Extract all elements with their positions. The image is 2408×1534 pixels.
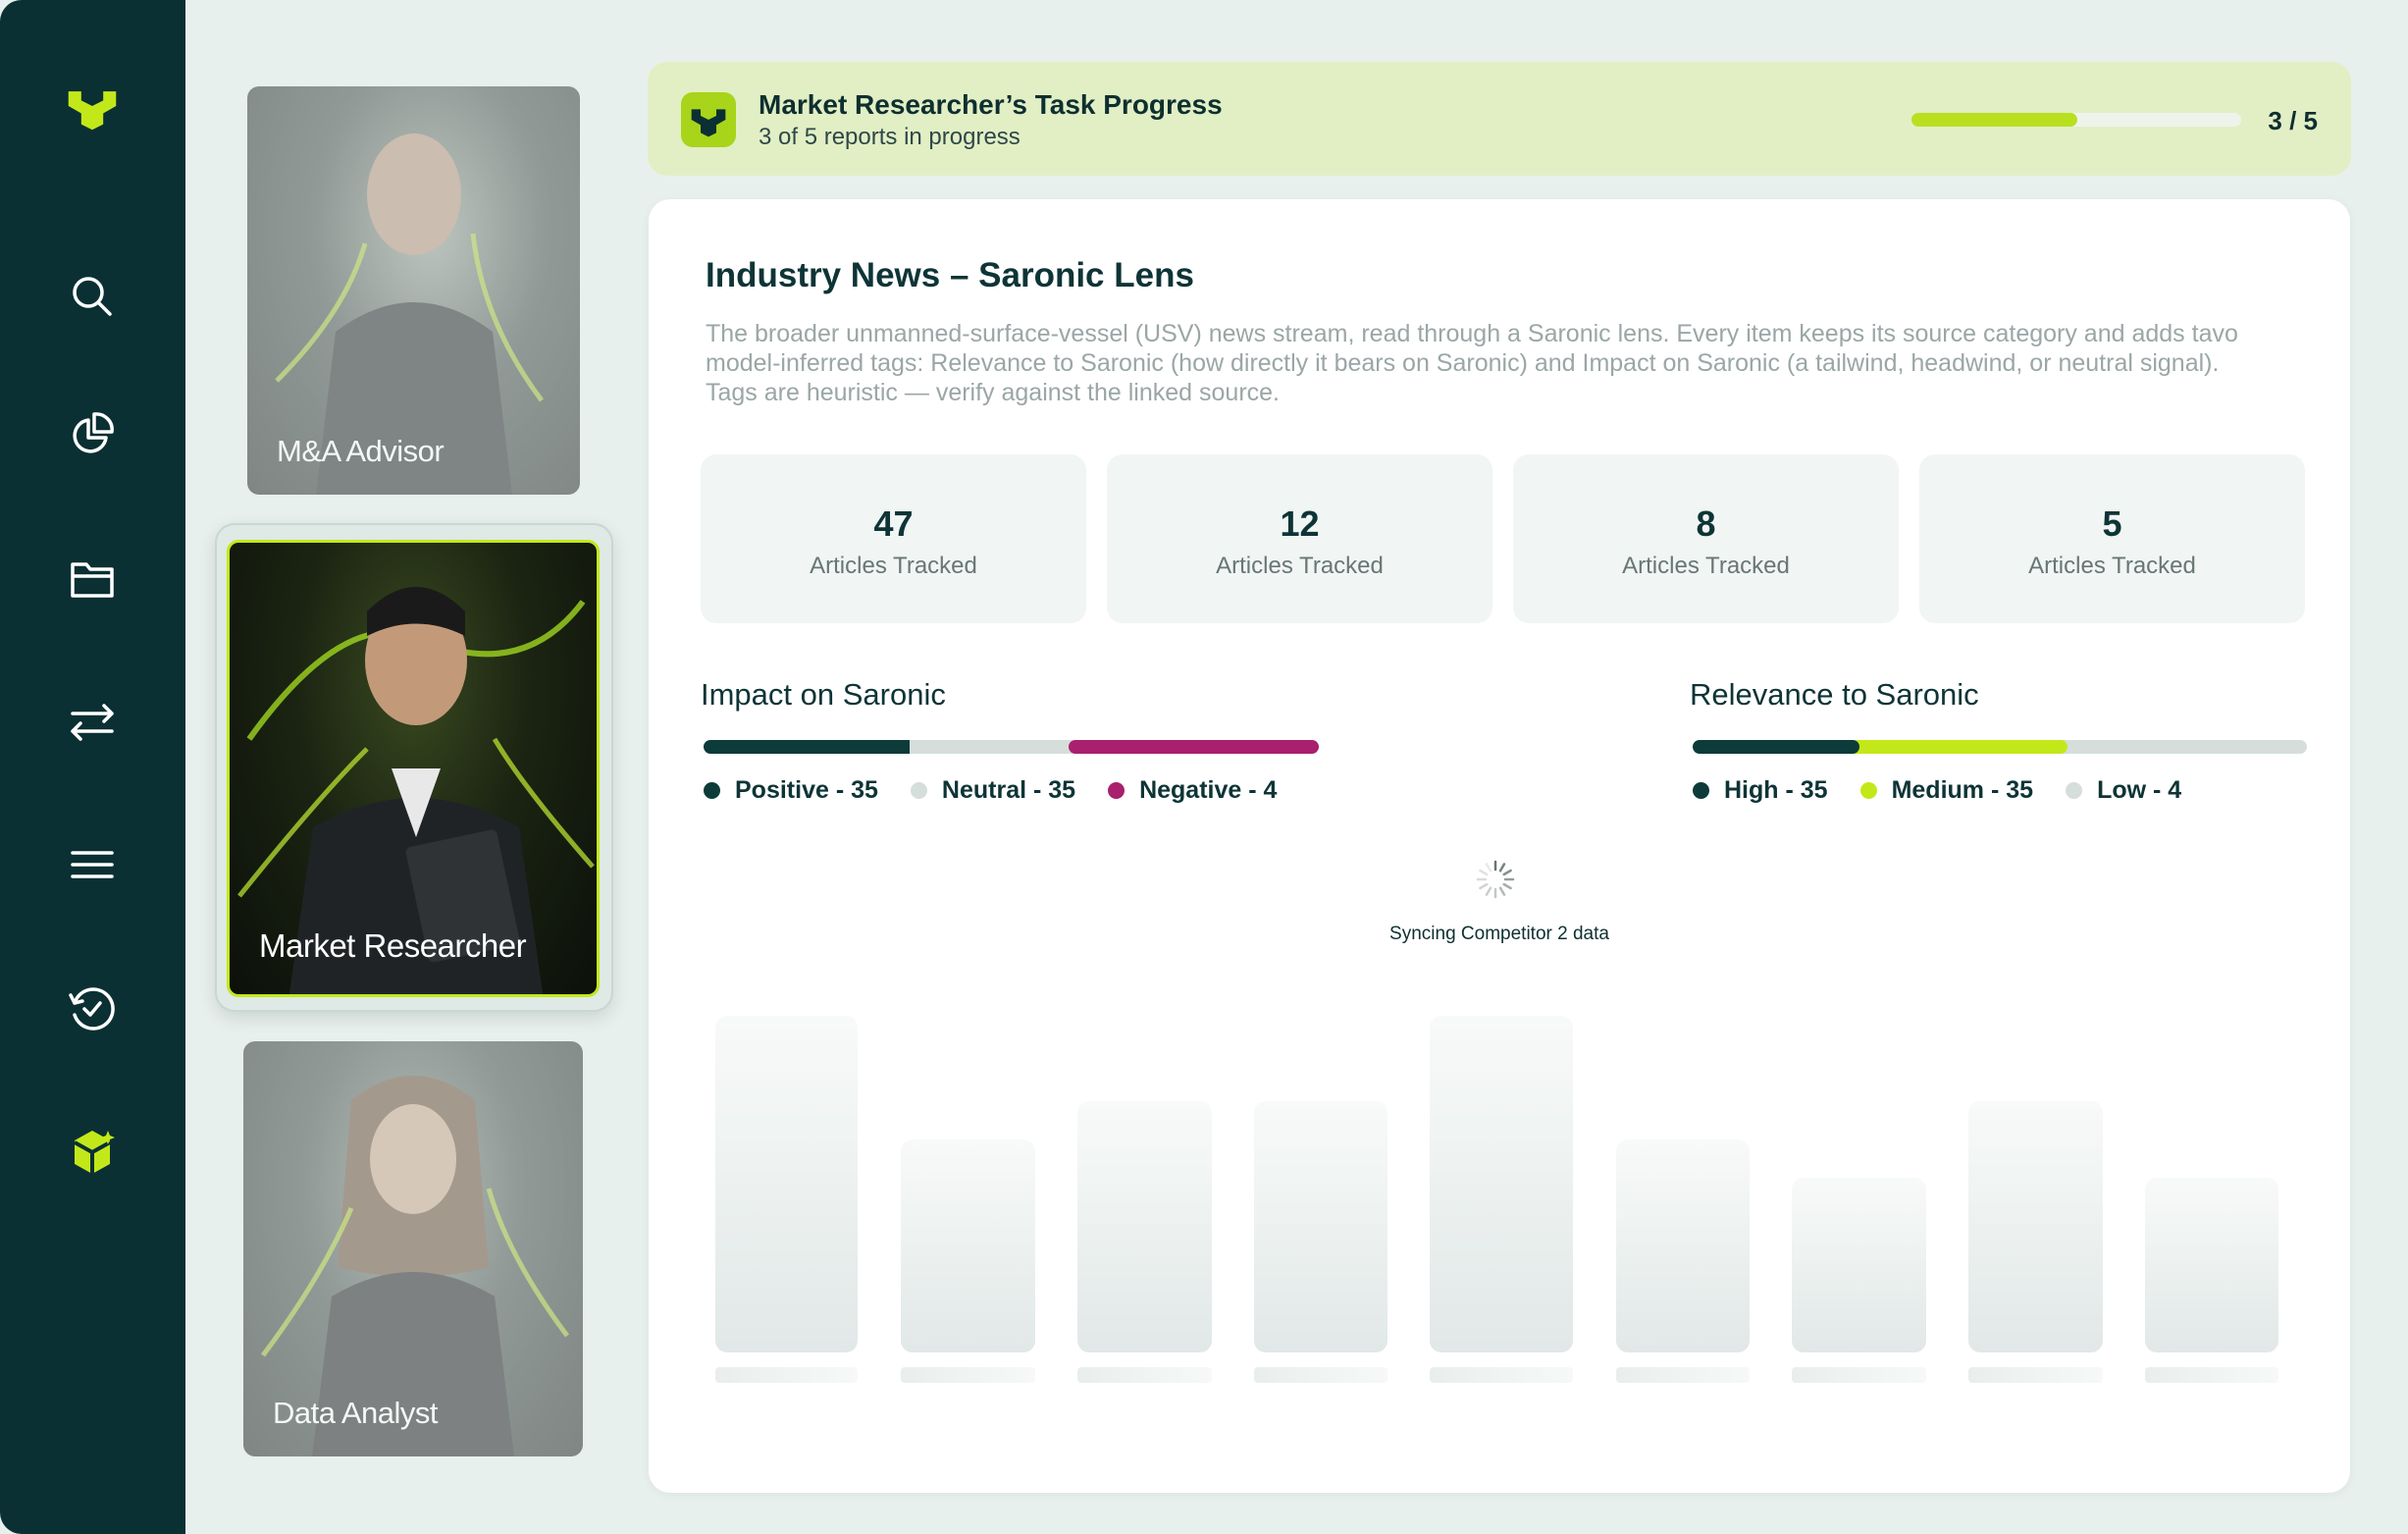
stat-value: 47 (873, 503, 914, 544)
folder-icon[interactable] (61, 547, 124, 609)
search-icon[interactable] (61, 265, 124, 328)
stat-card: 5 Articles Tracked (1919, 454, 2305, 623)
progress-count: 3 / 5 (2268, 106, 2318, 135)
industry-news-panel: Industry News – Saronic Lens The broader… (649, 199, 2350, 1493)
persona-label: Data Analyst (273, 1396, 439, 1430)
skeleton-bar (1616, 1139, 1750, 1352)
persona-card-ma-advisor[interactable]: M&A Advisor (247, 86, 580, 495)
relevance-high-segment (1693, 740, 1859, 754)
skeleton-bar (1792, 1178, 1926, 1352)
skeleton-label (715, 1367, 858, 1383)
skeleton-bar (901, 1139, 1035, 1352)
legend-item: Neutral - 35 (910, 776, 1076, 805)
stat-value: 12 (1280, 503, 1320, 544)
legend-label: Positive - 35 (735, 776, 878, 804)
brand-logo-icon[interactable] (61, 75, 124, 137)
impact-title: Impact on Saronic (701, 677, 946, 712)
menu-icon[interactable] (61, 833, 124, 896)
task-progress-banner: Market Researcher’s Task Progress 3 of 5… (648, 62, 2351, 176)
transfer-icon[interactable] (61, 690, 124, 753)
relevance-title: Relevance to Saronic (1690, 677, 1979, 712)
skeleton-bar (1430, 1016, 1573, 1352)
skeleton-label (901, 1367, 1035, 1383)
persona-card-data-analyst[interactable]: Data Analyst (243, 1041, 583, 1456)
history-check-icon[interactable] (61, 978, 124, 1040)
progress-bar-fill (1911, 113, 2078, 127)
legend-dot (2066, 782, 2083, 799)
stat-card: 47 Articles Tracked (701, 454, 1086, 623)
legend-item: High - 35 (1693, 776, 1828, 805)
relevance-legend: High - 35 Medium - 35 Low - 4 (1693, 776, 2214, 805)
ai-cube-icon[interactable] (61, 1121, 124, 1184)
legend-item: Low - 4 (2066, 776, 2181, 805)
persona-photo (230, 543, 597, 994)
pie-chart-icon[interactable] (61, 402, 124, 465)
impact-neutral-segment (910, 740, 1076, 754)
impact-distribution-bar (704, 740, 1319, 754)
brand-logo-icon (681, 92, 736, 147)
progress-bar (1911, 113, 2241, 127)
skeleton-label (1254, 1367, 1387, 1383)
sidebar (0, 0, 185, 1534)
stat-value: 8 (1696, 503, 1716, 544)
legend-dot (704, 782, 720, 799)
legend-label: Negative - 4 (1139, 776, 1278, 804)
page-title: Industry News – Saronic Lens (706, 256, 1194, 294)
stat-card: 12 Articles Tracked (1107, 454, 1492, 623)
impact-negative-segment (1069, 740, 1319, 754)
legend-dot (1693, 782, 1709, 799)
skeleton-label (1792, 1367, 1926, 1383)
stat-value: 5 (2102, 503, 2122, 544)
skeleton-label (1430, 1367, 1573, 1383)
legend-dot (1108, 782, 1125, 799)
skeleton-label (1077, 1367, 1212, 1383)
stat-label: Articles Tracked (2028, 553, 2196, 579)
relevance-medium-segment (1850, 740, 2068, 754)
legend-item: Positive - 35 (704, 776, 878, 805)
impact-positive-segment (704, 740, 919, 754)
persona-card-market-researcher[interactable]: Market Researcher (227, 540, 600, 997)
skeleton-label (1968, 1367, 2103, 1383)
skeleton-bar (715, 1016, 858, 1352)
progress-title: Market Researcher’s Task Progress (759, 89, 1223, 120)
legend-dot (910, 782, 927, 799)
legend-label: Low - 4 (2097, 776, 2182, 804)
loading-spinner-icon (1476, 860, 1515, 899)
stat-label: Articles Tracked (1216, 553, 1384, 579)
legend-label: High - 35 (1724, 776, 1828, 804)
stat-label: Articles Tracked (810, 553, 977, 579)
legend-dot (1859, 782, 1877, 799)
skeleton-bar (2145, 1178, 2278, 1352)
stat-label: Articles Tracked (1622, 553, 1790, 579)
skeleton-label (2145, 1367, 2278, 1383)
skeleton-label (1616, 1367, 1750, 1383)
skeleton-bar (1968, 1101, 2103, 1352)
relevance-distribution-bar (1693, 740, 2307, 754)
persona-label: Market Researcher (259, 927, 527, 964)
legend-label: Neutral - 35 (941, 776, 1076, 804)
persona-photo (243, 1041, 583, 1456)
skeleton-bar (1077, 1101, 1212, 1352)
sync-status-text: Syncing Competitor 2 data (1389, 924, 1609, 944)
stat-card: 8 Articles Tracked (1513, 454, 1899, 623)
page-description: The broader unmanned-surface-vessel (USV… (706, 320, 2238, 406)
legend-item: Negative - 4 (1108, 776, 1277, 805)
impact-legend: Positive - 35 Neutral - 35 Negative - 4 (704, 776, 1309, 805)
legend-label: Medium - 35 (1891, 776, 2034, 804)
persona-label: M&A Advisor (277, 434, 445, 468)
skeleton-bar (1254, 1101, 1387, 1352)
legend-item: Medium - 35 (1859, 776, 2034, 805)
progress-subtitle: 3 of 5 reports in progress (759, 124, 1021, 150)
